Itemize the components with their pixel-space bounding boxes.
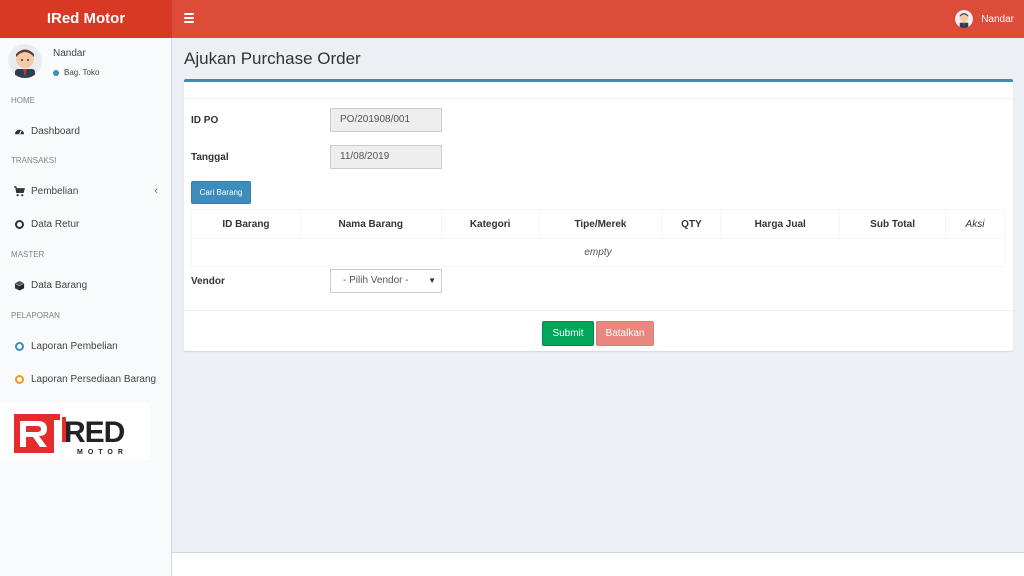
divider — [184, 98, 1013, 99]
caret-down-icon: ▼ — [428, 276, 436, 285]
cart-icon — [13, 185, 25, 197]
id-po-field[interactable]: PO/201908/001 — [330, 108, 442, 132]
user-role-label: Bag. Toko — [64, 68, 100, 77]
sidebar-item-pembelian[interactable]: Pembelian ‹ — [0, 178, 172, 204]
id-po-label: ID PO — [191, 115, 219, 126]
circle-icon — [13, 218, 25, 230]
cancel-button[interactable]: Batalkan — [596, 321, 654, 346]
sidebar-item-data-retur[interactable]: Data Retur — [0, 211, 172, 237]
vendor-select[interactable]: - Pilih Vendor - ▼ — [330, 269, 442, 293]
column-header: Aksi — [945, 209, 1005, 239]
svg-text:MOTOR: MOTOR — [77, 449, 128, 456]
page-title: Ajukan Purchase Order — [184, 49, 361, 68]
sidebar-item-data-barang[interactable]: Data Barang — [0, 272, 172, 298]
column-header[interactable]: QTY — [661, 209, 722, 239]
chevron-left-icon: ‹ — [154, 185, 158, 197]
sidebar-item-label: Laporan Persediaan Barang — [31, 373, 157, 385]
column-header[interactable]: ID Barang — [191, 209, 301, 239]
header-user-name: Nandar — [981, 13, 1014, 25]
empty-cell: empty — [191, 238, 1005, 267]
company-logo: RED MOTOR — [0, 403, 150, 460]
submit-button[interactable]: Submit — [542, 321, 594, 346]
sidebar-user-name: Nandar — [53, 48, 86, 59]
sidebar-item-dashboard[interactable]: Dashboard — [0, 118, 172, 144]
nav-header-transaksi: TRANSAKSI — [11, 156, 57, 165]
footer — [172, 552, 1024, 576]
sidebar-item-label: Data Barang — [31, 279, 88, 291]
top-navbar: IRed Motor Nandar — [0, 0, 1024, 38]
column-header[interactable]: Tipe/Merek — [538, 209, 663, 239]
app-brand[interactable]: IRed Motor — [0, 0, 172, 38]
status-dot-icon — [53, 69, 59, 76]
cube-icon — [13, 279, 25, 291]
tanggal-label: Tanggal — [191, 152, 229, 163]
nav-header-home: HOME — [11, 96, 35, 105]
items-table: ID Barang Nama Barang Kategori Tipe/Mere… — [191, 209, 1005, 267]
user-menu[interactable]: Nandar — [955, 0, 1014, 38]
column-header[interactable]: Nama Barang — [299, 209, 442, 239]
sidebar-item-label: Pembelian — [31, 185, 79, 197]
avatar-icon — [955, 10, 974, 28]
hamburger-menu-icon[interactable] — [184, 13, 194, 25]
column-header[interactable]: Kategori — [440, 209, 540, 239]
sidebar-item-label: Laporan Pembelian — [31, 340, 118, 352]
tanggal-field[interactable]: 11/08/2019 — [330, 145, 442, 169]
table-row: empty — [191, 238, 1005, 267]
dashboard-icon — [13, 125, 25, 137]
column-header[interactable]: Harga Jual — [720, 209, 841, 239]
divider — [184, 310, 1013, 311]
sidebar-item-label: Data Retur — [31, 218, 80, 230]
vendor-label: Vendor — [191, 276, 225, 287]
nav-header-pelaporan: PELAPORAN — [11, 311, 60, 320]
nav-header-master: MASTER — [11, 250, 45, 259]
sidebar-item-label: Dashboard — [31, 125, 80, 137]
svg-text:RED: RED — [64, 416, 125, 449]
user-role: Bag. Toko — [53, 68, 99, 77]
circle-icon — [13, 373, 25, 385]
user-panel: Nandar Bag. Toko — [0, 38, 172, 90]
avatar — [8, 44, 42, 78]
column-header[interactable]: Sub Total — [839, 209, 946, 239]
sidebar: Nandar Bag. Toko HOME Dashboard TRANSAKS… — [0, 38, 172, 576]
sidebar-item-laporan-persediaan[interactable]: Laporan Persediaan Barang — [0, 366, 172, 392]
circle-icon — [13, 340, 25, 352]
purchase-order-form: ID PO PO/201908/001 Tanggal 11/08/2019 C… — [184, 79, 1013, 351]
cari-barang-button[interactable]: Cari Barang — [191, 181, 251, 204]
sidebar-item-laporan-pembelian[interactable]: Laporan Pembelian — [0, 333, 172, 359]
vendor-selected-value: - Pilih Vendor - — [343, 275, 409, 286]
